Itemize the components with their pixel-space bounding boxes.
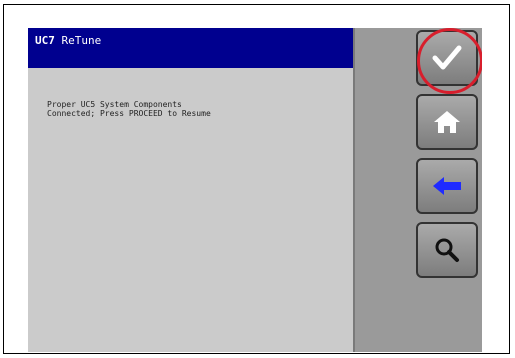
content-panel: UC7 ReTune Proper UC5 System Components …	[28, 28, 353, 352]
home-icon	[434, 111, 460, 133]
unit-label: UC7	[35, 34, 55, 47]
title-label: ReTune	[61, 34, 102, 47]
message-line-2: Connected; Press PROCEED to Resume	[47, 109, 211, 118]
page-title: UC7 ReTune	[35, 34, 101, 47]
magnifier-icon	[435, 238, 459, 262]
message-line-1: Proper UC5 System Components	[47, 100, 182, 109]
proceed-button[interactable]	[416, 30, 478, 86]
back-button[interactable]	[416, 158, 478, 214]
device-screen: UC7 ReTune Proper UC5 System Components …	[28, 28, 482, 352]
checkmark-icon	[432, 45, 462, 70]
search-button[interactable]	[416, 222, 478, 278]
home-button[interactable]	[416, 94, 478, 150]
divider	[353, 28, 355, 352]
left-arrow-icon	[433, 177, 461, 195]
title-bar: UC7 ReTune	[28, 28, 353, 68]
status-message: Proper UC5 System Components Connected; …	[47, 100, 211, 118]
